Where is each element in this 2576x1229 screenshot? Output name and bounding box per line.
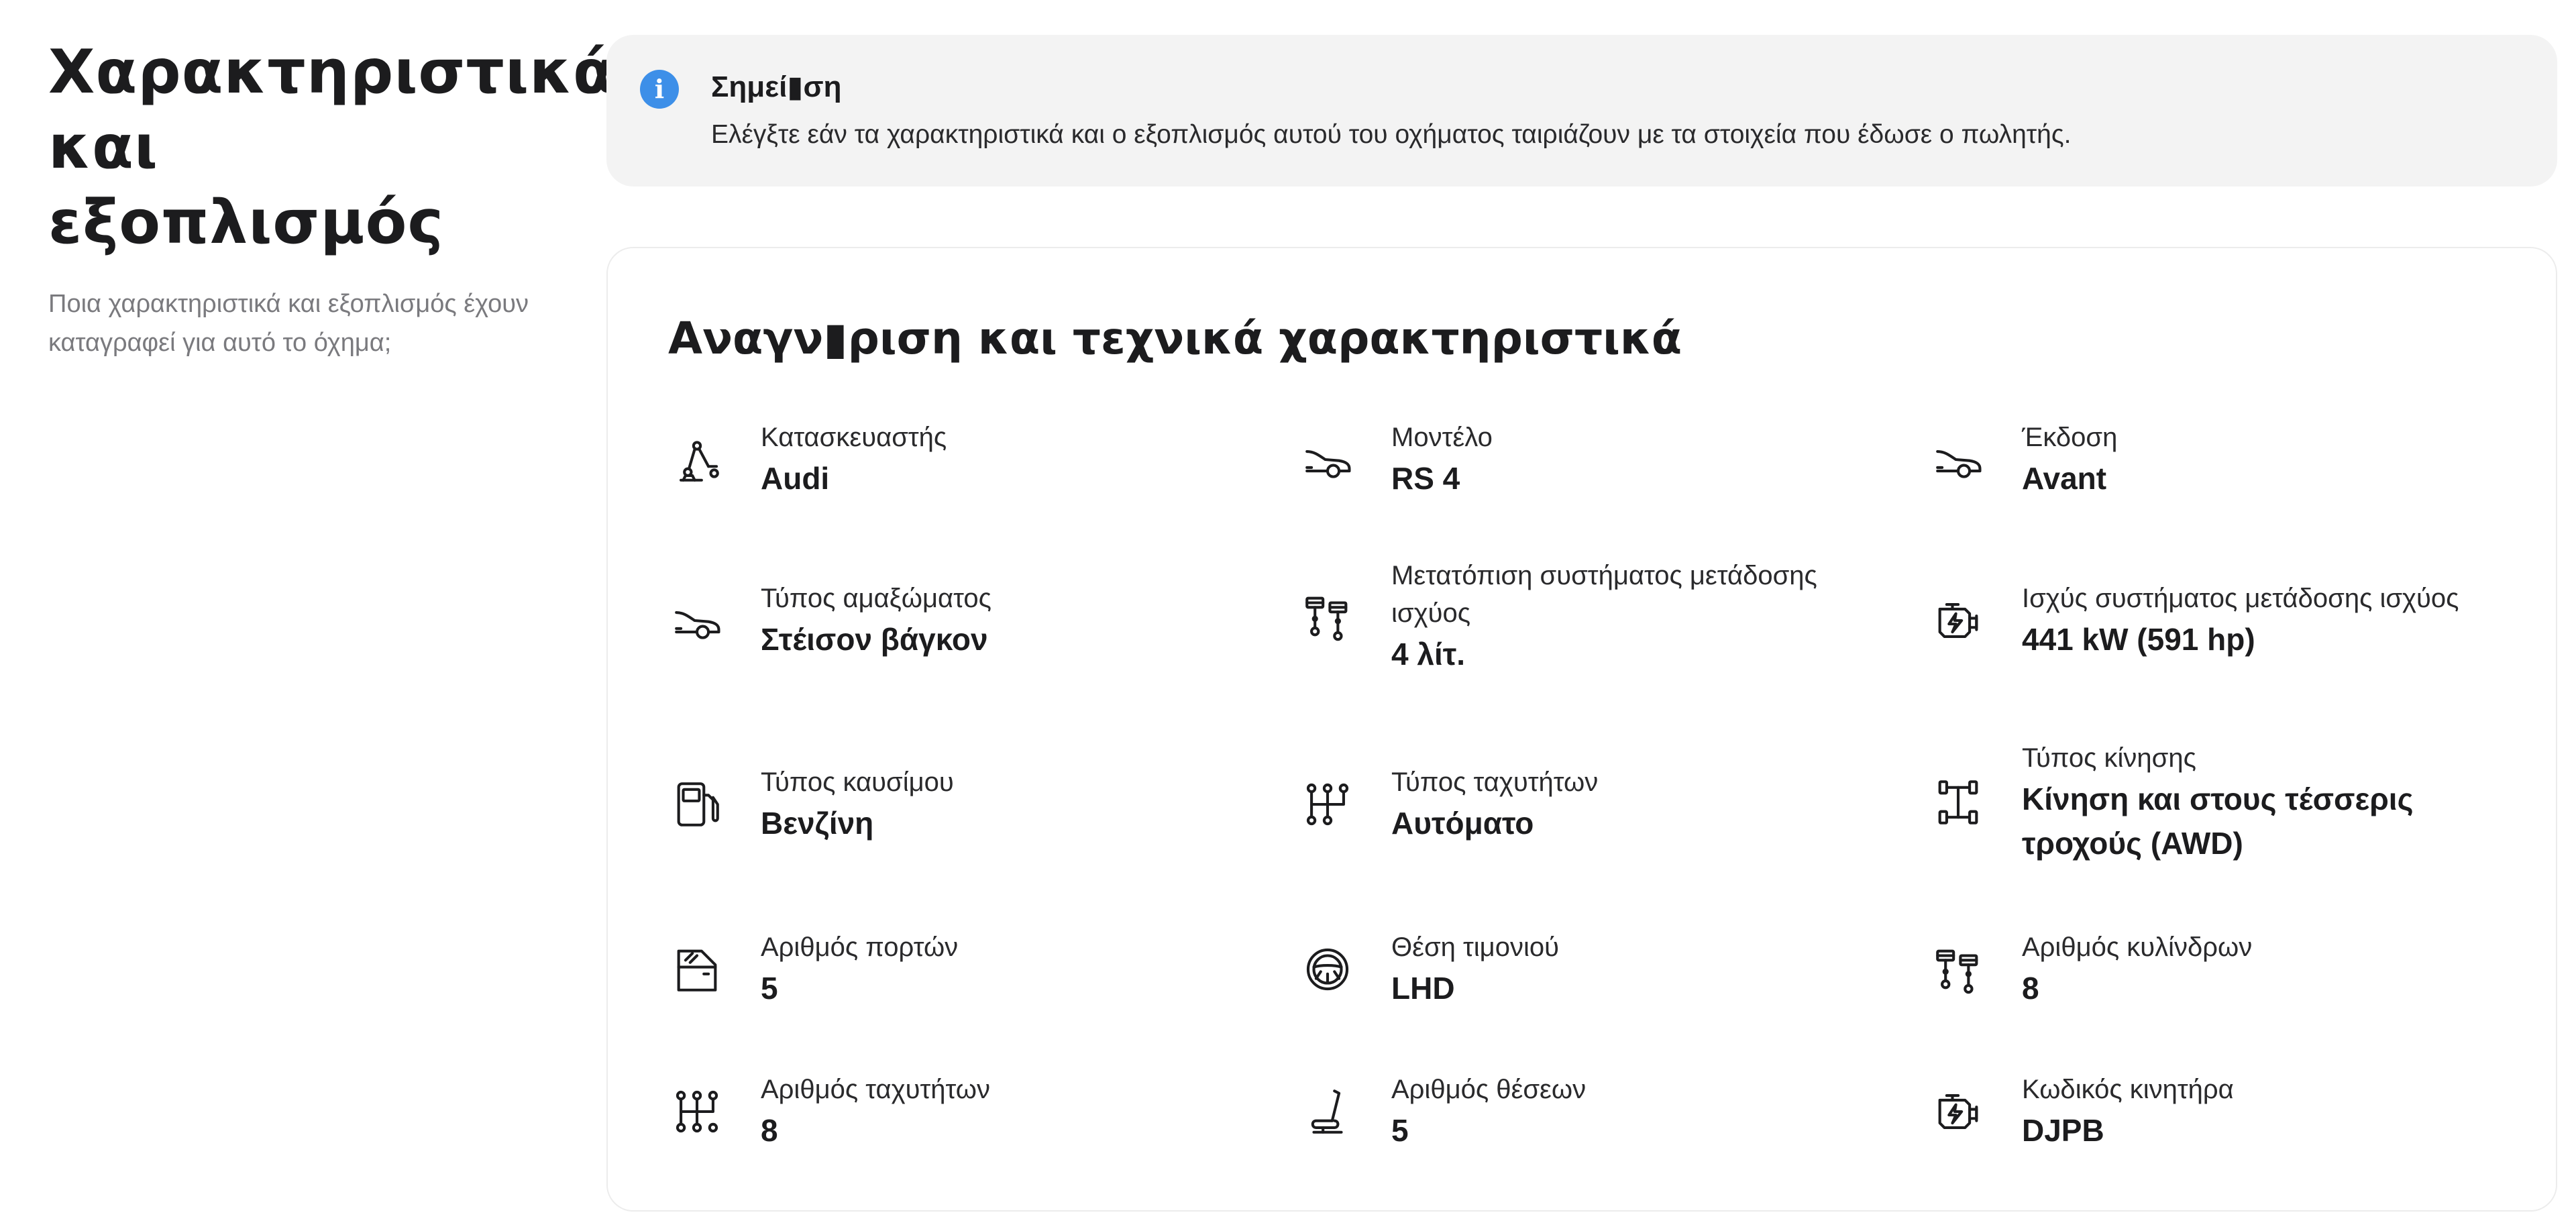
spec-label: Αριθμός θέσεων (1391, 1075, 1587, 1104)
spec-value: Βενζίνη (761, 806, 874, 841)
spec-value: Στέισον βάγκον (761, 622, 988, 657)
spec-value: 8 (761, 1113, 778, 1148)
page-title: Χαρακτηριστικά και εξοπλισμός (48, 35, 614, 260)
spec-seats: Αριθμός θέσεων 5 (1300, 1071, 1877, 1153)
spec-value: Κίνηση και στους τέσσερις τροχούς (AWD) (2022, 782, 2414, 861)
spec-version: Έκδοση Avant (1931, 419, 2508, 500)
spec-label: Τύπος αμαξώματος (761, 584, 991, 613)
spec-displacement: Μετατόπιση συστήματος μετάδοσης ισχύος 4… (1300, 557, 1877, 676)
spec-drive-type: Τύπος κίνησης Κίνηση και στους τέσσερις … (1931, 739, 2508, 865)
gearbox-icon (669, 1084, 724, 1139)
pistons-icon (1931, 942, 1986, 997)
fuel-pump-icon (669, 777, 724, 832)
section-title: Αναγν▮ριση και τεχνικά χαρακτηριστικά (668, 313, 1682, 364)
spec-transmission-type: Τύπος ταχυτήτων Αυτόματο (1300, 763, 1877, 845)
spec-engine-code: Κωδικός κινητήρα DJPB (1931, 1071, 2508, 1153)
spec-body-type: Τύπος αμαξώματος Στέισον βάγκον (669, 580, 1246, 661)
engine-icon (1931, 593, 1986, 648)
spec-value: 8 (2022, 971, 2039, 1006)
robot-arm-icon (669, 432, 724, 487)
car-door-icon (669, 942, 724, 997)
spec-label: Αριθμός κυλίνδρων (2022, 932, 2253, 962)
notice-title: Σημεί▮ση (711, 70, 842, 103)
car-icon (1931, 432, 1986, 487)
spec-label: Τύπος καυσίμου (761, 767, 954, 797)
spec-label: Έκδοση (2022, 423, 2118, 452)
spec-label: Θέση τιμονιού (1391, 932, 1559, 962)
spec-value: DJPB (2022, 1113, 2104, 1148)
spec-steering-position: Θέση τιμονιού LHD (1300, 928, 1877, 1010)
page-subtitle: Ποια χαρακτηριστικά και εξοπλισμός έχουν… (48, 290, 529, 357)
specs-card: Αναγν▮ριση και τεχνικά χαρακτηριστικά Κα… (606, 247, 2557, 1212)
seat-icon (1300, 1084, 1355, 1139)
spec-label: Μετατόπιση συστήματος μετάδοσης ισχύος (1391, 561, 1817, 628)
spec-value: 441 kW (591 hp) (2022, 622, 2255, 657)
notice-banner: i Σημεί▮ση Ελέγξτε εάν τα χαρακτηριστικά… (606, 35, 2557, 186)
info-icon: i (640, 70, 679, 109)
page-title-line-1: Χαρακτηριστικά (48, 37, 615, 107)
spec-value: 5 (1391, 1113, 1409, 1148)
car-icon (1300, 432, 1355, 487)
spec-label: Τύπος κίνησης (2022, 743, 2196, 773)
page-title-line-2: και εξοπλισμός (48, 112, 444, 258)
sidebar: Χαρακτηριστικά και εξοπλισμός Ποια χαρακ… (48, 35, 614, 362)
spec-cylinders: Αριθμός κυλίνδρων 8 (1931, 928, 2508, 1010)
spec-manufacturer: Κατασκευαστής Audi (669, 419, 1246, 500)
spec-value: RS 4 (1391, 461, 1460, 496)
spec-gears: Αριθμός ταχυτήτων 8 (669, 1071, 1246, 1153)
spec-power: Ισχύς συστήματος μετάδοσης ισχύος 441 kW… (1931, 580, 2508, 661)
spec-value: 5 (761, 971, 778, 1006)
spec-value: 4 λίτ. (1391, 637, 1466, 672)
spec-doors: Αριθμός πορτών 5 (669, 928, 1246, 1010)
engine-icon (1931, 1084, 1986, 1139)
spec-value: Audi (761, 461, 830, 496)
spec-value: Avant (2022, 461, 2107, 496)
steering-wheel-icon (1300, 942, 1355, 997)
spec-value: LHD (1391, 971, 1455, 1006)
spec-label: Ισχύς συστήματος μετάδοσης ισχύος (2022, 584, 2459, 613)
pistons-icon (1300, 589, 1355, 644)
gearbox-icon (1300, 777, 1355, 832)
spec-label: Αριθμός πορτών (761, 932, 959, 962)
drivetrain-icon (1931, 775, 1986, 830)
spec-value: Αυτόματο (1391, 806, 1534, 841)
notice-text: Ελέγξτε εάν τα χαρακτηριστικά και ο εξοπ… (711, 120, 2072, 149)
spec-label: Αριθμός ταχυτήτων (761, 1075, 990, 1104)
spec-label: Τύπος ταχυτήτων (1391, 767, 1599, 797)
car-icon (669, 593, 724, 648)
spec-label: Κατασκευαστής (761, 423, 947, 452)
spec-label: Μοντέλο (1391, 423, 1493, 452)
spec-fuel-type: Τύπος καυσίμου Βενζίνη (669, 763, 1246, 845)
spec-label: Κωδικός κινητήρα (2022, 1075, 2234, 1104)
spec-model: Μοντέλο RS 4 (1300, 419, 1877, 500)
